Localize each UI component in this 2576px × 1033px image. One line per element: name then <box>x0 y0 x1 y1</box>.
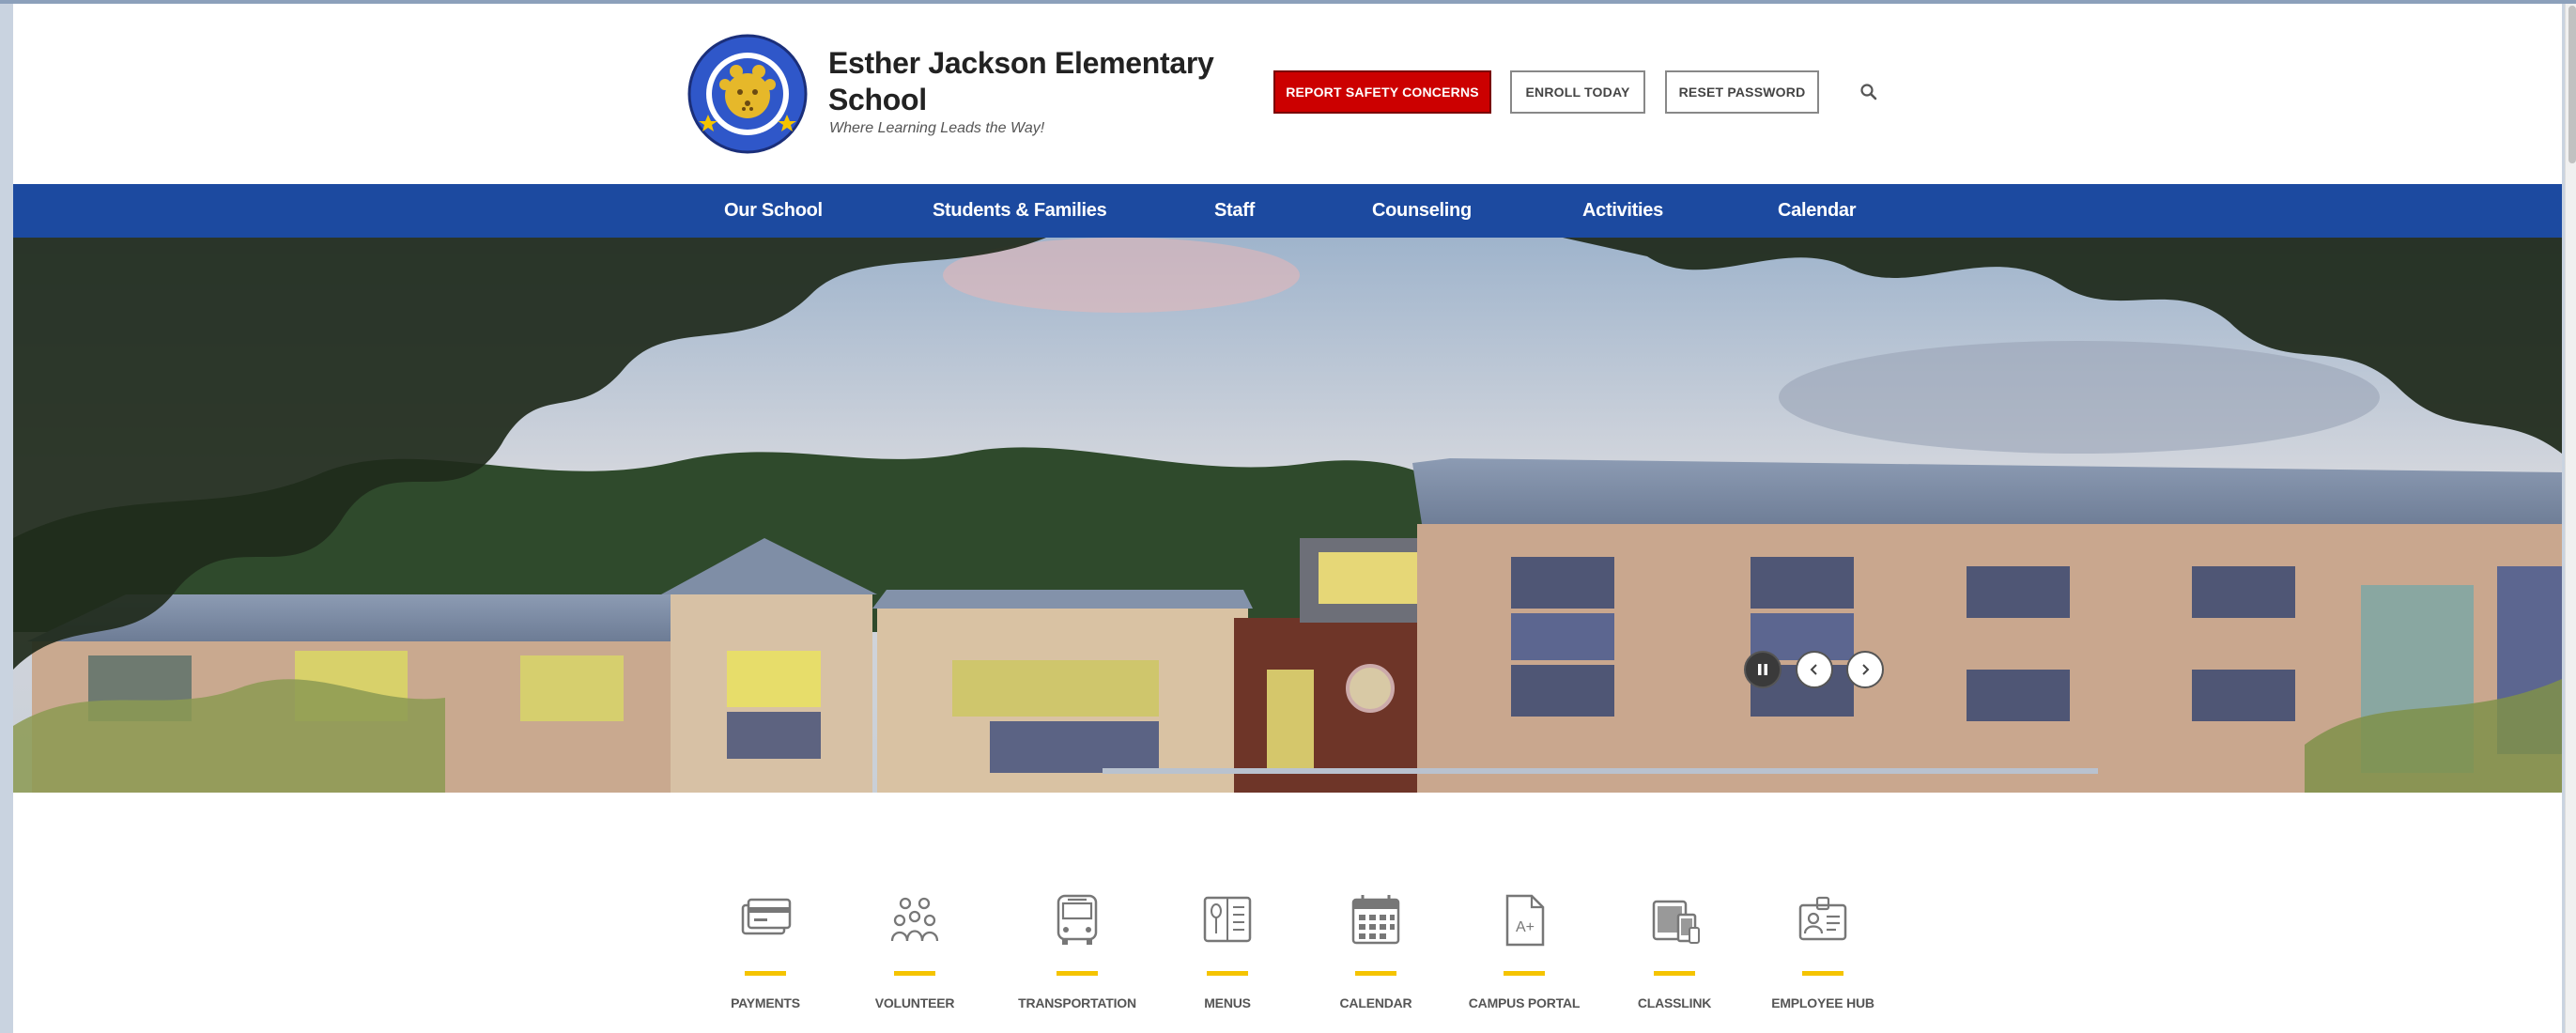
quick-link-label: CALENDAR <box>1339 995 1412 1010</box>
grade-document-icon: A+ <box>1505 894 1545 947</box>
quick-link-accent-bar <box>1057 971 1098 976</box>
nav-item-our-school[interactable]: Our School <box>724 184 823 238</box>
hero-image-school-building <box>13 238 2562 793</box>
quick-link-label: VOLUNTEER <box>874 995 955 1010</box>
quick-link-classlink[interactable]: CLASSLINK <box>1604 892 1745 1024</box>
quick-link-accent-bar <box>894 971 935 976</box>
id-badge-icon <box>1798 896 1847 941</box>
quick-link-transportation[interactable]: TRANSPORTATION <box>1007 892 1148 1024</box>
quick-link-menus[interactable]: MENUS <box>1157 892 1298 1024</box>
main-navigation: Our School Students & Families Staff Cou… <box>13 184 2562 238</box>
nav-item-staff[interactable]: Staff <box>1214 184 1255 238</box>
quick-link-accent-bar <box>1504 971 1545 976</box>
bus-icon <box>1057 894 1098 945</box>
quick-link-employee-hub[interactable]: EMPLOYEE HUB <box>1752 892 1893 1024</box>
devices-icon <box>1652 900 1700 944</box>
people-group-icon <box>890 897 939 942</box>
pause-icon <box>1758 664 1767 675</box>
menu-book-icon <box>1203 896 1252 943</box>
quick-link-label: TRANSPORTATION <box>1018 995 1136 1010</box>
quick-link-label: MENUS <box>1204 995 1251 1010</box>
credit-card-icon <box>741 898 792 935</box>
quick-link-label: EMPLOYEE HUB <box>1771 995 1874 1010</box>
quick-link-accent-bar <box>1207 971 1248 976</box>
quick-link-accent-bar <box>1654 971 1695 976</box>
chevron-left-icon <box>1810 664 1817 675</box>
quick-link-label: PAYMENTS <box>731 995 800 1010</box>
svg-text:A+: A+ <box>1516 919 1535 935</box>
quick-link-accent-bar <box>1355 971 1396 976</box>
scrollbar-thumb[interactable] <box>2568 6 2576 163</box>
enroll-today-button[interactable]: ENROLL TODAY <box>1510 70 1645 114</box>
school-name[interactable]: Esther Jackson Elementary School <box>828 45 1223 118</box>
chevron-right-icon <box>1862 664 1870 675</box>
nav-item-counseling[interactable]: Counseling <box>1372 184 1472 238</box>
browser-viewport: Esther Jackson Elementary School Where L… <box>13 4 2562 1033</box>
nav-item-students-families[interactable]: Students & Families <box>933 184 1107 238</box>
quick-link-calendar[interactable]: CALENDAR <box>1305 892 1446 1024</box>
school-tagline: Where Learning Leads the Way! <box>829 120 1045 136</box>
quick-link-accent-bar <box>745 971 786 976</box>
quick-link-campus-portal[interactable]: A+ CAMPUS PORTAL <box>1454 892 1595 1024</box>
reset-password-button[interactable]: RESET PASSWORD <box>1665 70 1819 114</box>
report-safety-concerns-button[interactable]: REPORT SAFETY CONCERNS <box>1273 70 1491 114</box>
quick-link-label: CAMPUS PORTAL <box>1468 995 1581 1010</box>
calendar-icon <box>1351 895 1400 945</box>
slideshow-pause-button[interactable] <box>1744 651 1782 688</box>
quick-link-accent-bar <box>1802 971 1843 976</box>
page-scrollbar[interactable] <box>2565 4 2576 1033</box>
school-logo[interactable] <box>687 34 808 154</box>
slideshow-next-button[interactable] <box>1846 651 1884 688</box>
quick-link-label: CLASSLINK <box>1637 995 1712 1010</box>
nav-item-calendar[interactable]: Calendar <box>1778 184 1856 238</box>
site-header: Esther Jackson Elementary School Where L… <box>13 4 2562 184</box>
quick-link-volunteer[interactable]: VOLUNTEER <box>844 892 985 1024</box>
search-icon[interactable] <box>1859 83 1878 101</box>
quick-link-payments[interactable]: PAYMENTS <box>695 892 836 1024</box>
hero-slideshow <box>13 238 2562 793</box>
nav-item-activities[interactable]: Activities <box>1582 184 1663 238</box>
slideshow-previous-button[interactable] <box>1796 651 1833 688</box>
